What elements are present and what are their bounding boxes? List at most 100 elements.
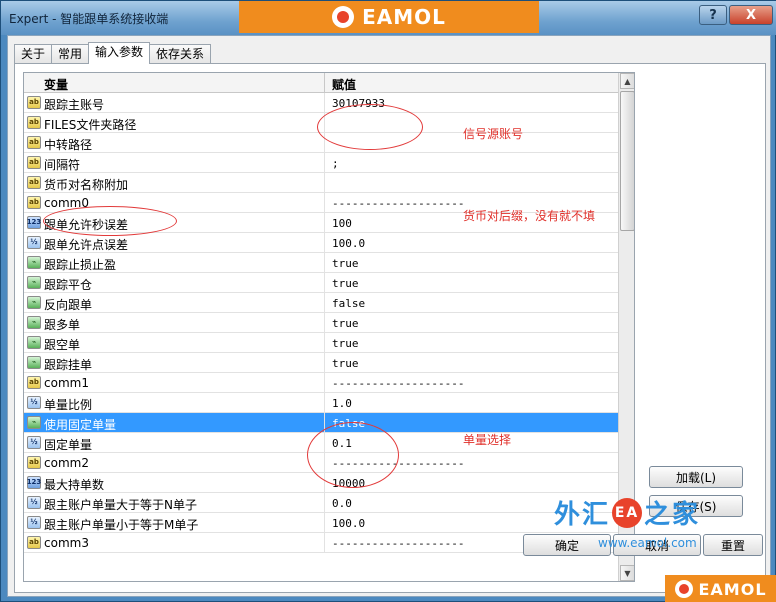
brand-logo-icon [332, 6, 355, 28]
double-type-icon: ½ [27, 236, 41, 249]
corner-brand: EAMOL [665, 575, 776, 602]
parameter-value[interactable]: -------------------- [332, 537, 464, 550]
parameter-name: 间隔符 [44, 158, 81, 172]
string-type-icon: ab [27, 96, 41, 109]
parameter-row[interactable]: ½ 跟主账户单量大于等于N单子 0.0 [24, 493, 618, 513]
watermark-seal-icon: EA [612, 497, 643, 528]
parameter-name: 固定单量 [44, 438, 93, 452]
parameter-row[interactable]: ⌁ 跟踪挂单 true [24, 353, 618, 373]
parameter-value[interactable]: 1.0 [332, 397, 352, 410]
parameter-name: 跟主账户单量大于等于N单子 [44, 498, 197, 512]
integer-type-icon: 123 [27, 476, 41, 489]
corner-brand-text: EAMOL [698, 579, 767, 599]
close-button[interactable]: X [729, 5, 773, 25]
brand-text: EAMOL [362, 5, 446, 29]
boolean-type-icon: ⌁ [27, 356, 41, 369]
parameter-row[interactable]: ⌁ 跟空单 true [24, 333, 618, 353]
parameter-name: 跟踪止损止盈 [44, 258, 117, 272]
load-button[interactable]: 加载(L) [649, 466, 743, 488]
parameter-value[interactable]: ; [332, 157, 339, 170]
parameter-row[interactable]: ⌁ 跟多单 true [24, 313, 618, 333]
integer-type-icon: 123 [27, 216, 41, 229]
parameter-value[interactable]: -------------------- [332, 377, 464, 390]
parameter-name: comm2 [44, 456, 89, 470]
string-type-icon: ab [27, 456, 41, 469]
parameter-name: comm1 [44, 376, 89, 390]
tab-strip: 关于 常用 输入参数 依存关系 [14, 42, 212, 64]
watermark-url: www.eamol.com [598, 536, 697, 550]
double-type-icon: ½ [27, 436, 41, 449]
tab-1[interactable]: 常用 [51, 44, 90, 64]
expert-properties-window: Expert - 智能跟单系统接收端 EAMOL ? X 关于 常用 输入参数 依存关… [0, 0, 776, 602]
title-bar: Expert - 智能跟单系统接收端 EAMOL ? X [1, 1, 776, 35]
parameter-name: 跟踪主账号 [44, 98, 105, 112]
double-type-icon: ½ [27, 496, 41, 509]
boolean-type-icon: ⌁ [27, 256, 41, 269]
scroll-thumb[interactable] [620, 91, 634, 231]
parameter-name: 跟踪挂单 [44, 358, 93, 372]
tab-0[interactable]: 关于 [14, 44, 53, 64]
parameter-name: 跟多单 [44, 318, 81, 332]
grid-rows: ab 跟踪主账号 30107933 ab FILES文件夹路径 ab 中转路径 ab 间隔符; a… [24, 93, 618, 553]
parameter-value[interactable]: false [332, 297, 365, 310]
annotation-signal-account: 信号源账号 [463, 127, 524, 141]
parameter-row[interactable]: ab 货币对名称附加 [24, 173, 618, 193]
parameter-name: 货币对名称附加 [44, 178, 129, 192]
string-type-icon: ab [27, 196, 41, 209]
string-type-icon: ab [27, 536, 41, 549]
parameter-name: 跟踪平仓 [44, 278, 93, 292]
parameter-value[interactable]: true [332, 277, 359, 290]
boolean-type-icon: ⌁ [27, 276, 41, 289]
parameter-name: 中转路径 [44, 138, 93, 152]
window-title: Expert - 智能跟单系统接收端 [9, 12, 169, 26]
scroll-up-icon[interactable]: ▲ [620, 73, 634, 89]
parameter-value[interactable]: true [332, 337, 359, 350]
string-type-icon: ab [27, 116, 41, 129]
parameter-row[interactable]: ab comm1 -------------------- [24, 373, 618, 393]
parameter-row[interactable]: ½ 跟主账户单量小于等于M单子 100.0 [24, 513, 618, 533]
brand-banner: EAMOL [239, 1, 539, 33]
parameter-value[interactable]: true [332, 357, 359, 370]
parameter-name: 使用固定单量 [44, 418, 117, 432]
column-header-variable[interactable]: 变量 [44, 76, 68, 93]
parameter-row[interactable]: ab 间隔符; [24, 153, 618, 173]
parameter-row[interactable]: ½ 跟单允许点误差 100.0 [24, 233, 618, 253]
column-header-value[interactable]: 赋值 [332, 76, 356, 93]
double-type-icon: ½ [27, 396, 41, 409]
string-type-icon: ab [27, 176, 41, 189]
parameter-value[interactable]: true [332, 257, 359, 270]
annotation-ellipse-suffix [43, 206, 177, 236]
annotation-ellipse-value-header [317, 104, 423, 150]
parameter-value[interactable]: 100 [332, 217, 352, 230]
parameter-row[interactable]: ⌁ 跟踪平仓 true [24, 273, 618, 293]
parameter-name: 最大持单数 [44, 478, 105, 492]
string-type-icon: ab [27, 156, 41, 169]
string-type-icon: ab [27, 136, 41, 149]
parameter-value[interactable]: -------------------- [332, 197, 464, 210]
annotation-symbol-suffix: 货币对后缀，没有就不填 [463, 209, 596, 223]
watermark: 外汇 EA 之家 [554, 494, 700, 531]
tab-3[interactable]: 依存关系 [149, 44, 212, 64]
annotation-ellipse-lot [307, 422, 399, 488]
scroll-down-icon[interactable]: ▼ [620, 565, 634, 581]
parameter-row[interactable]: ⌁ 跟踪止损止盈 true [24, 253, 618, 273]
annotation-lot-select: 单量选择 [463, 433, 512, 447]
parameter-value[interactable]: true [332, 317, 359, 330]
parameter-value[interactable]: 0.0 [332, 497, 352, 510]
boolean-type-icon: ⌁ [27, 416, 41, 429]
parameters-grid: 变量 赋值 ab 跟踪主账号 30107933 ab FILES文件夹路径 ab 中转路径 a… [23, 72, 635, 582]
boolean-type-icon: ⌁ [27, 336, 41, 349]
parameter-value[interactable]: 100.0 [332, 517, 365, 530]
parameter-row[interactable]: ⌁ 反向跟单 false [24, 293, 618, 313]
reset-button[interactable]: 重置 [703, 534, 763, 556]
parameter-row[interactable]: ab 跟踪主账号 30107933 [24, 93, 618, 113]
parameter-value[interactable]: 100.0 [332, 237, 365, 250]
parameter-name: comm3 [44, 536, 89, 550]
parameter-name: 跟单允许点误差 [44, 238, 129, 252]
parameter-name: 单量比例 [44, 398, 93, 412]
boolean-type-icon: ⌁ [27, 316, 41, 329]
parameter-row[interactable]: ½ 单量比例 1.0 [24, 393, 618, 413]
help-button[interactable]: ? [699, 5, 727, 25]
tab-2[interactable]: 输入参数 [88, 42, 151, 64]
corner-brand-logo-icon [675, 580, 694, 598]
